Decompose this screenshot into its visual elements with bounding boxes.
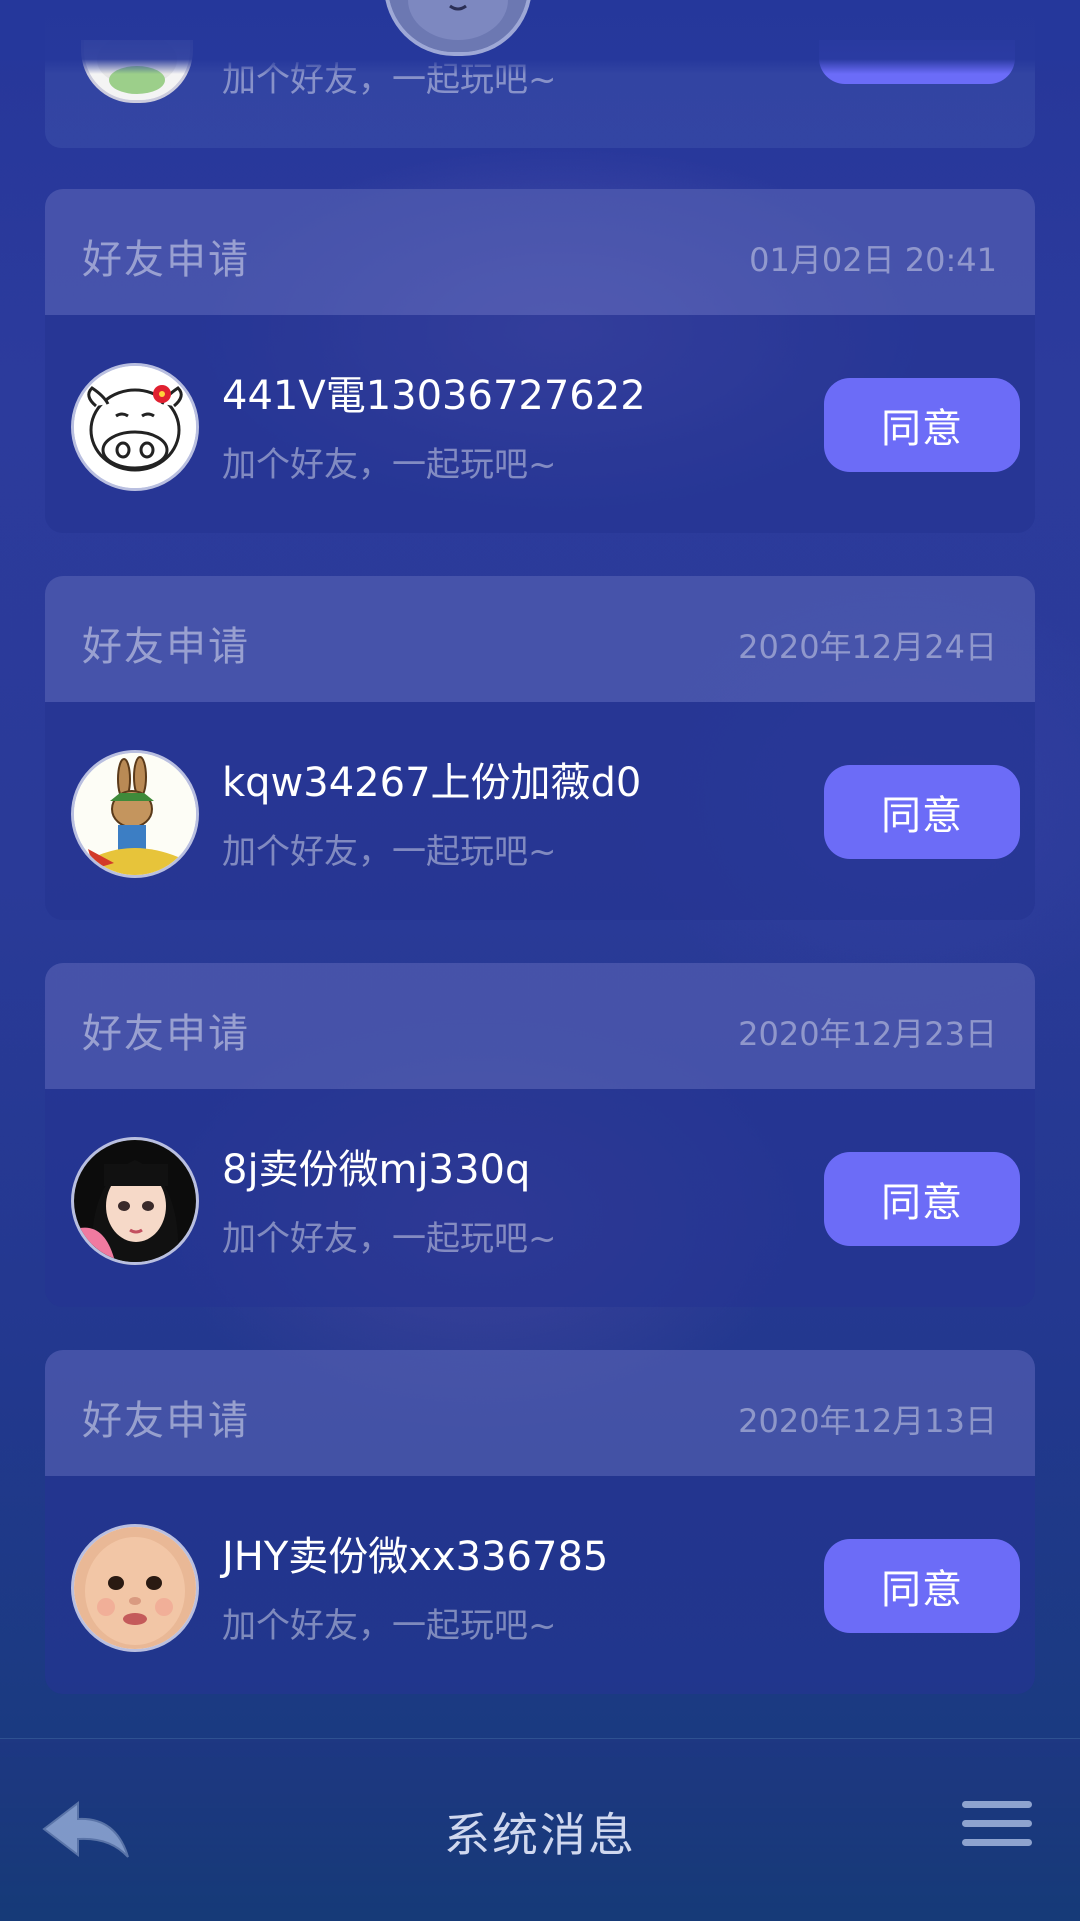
requester-name: JHY卖份微xx336785 [222,1534,609,1580]
baby-avatar[interactable] [71,1524,199,1652]
bottom-bar: 系统消息 [0,1738,1080,1921]
request-message: 加个好友，一起玩吧~ [222,832,557,872]
top-fade [0,0,1080,74]
menu-icon[interactable] [962,1801,1032,1857]
card-header: 好友申请 2020年12月23日 [45,963,1035,1089]
rabbit-avatar[interactable] [71,750,199,878]
request-message: 加个好友，一起玩吧~ [222,1219,557,1259]
requester-name: 8j卖份微mj330q [222,1147,531,1193]
agree-button[interactable]: 同意 [824,1152,1020,1246]
girl-avatar[interactable] [71,1137,199,1265]
card-body: JHY卖份微xx336785 加个好友，一起玩吧~ 同意 [45,1476,1035,1694]
agree-button[interactable]: 同意 [824,378,1020,472]
requester-name: kqw34267上份加薇d0 [222,760,642,806]
cow-avatar[interactable] [71,363,199,491]
requester-name: 441V電13036727622 [222,373,646,419]
request-type: 好友申请 [82,1398,250,1444]
friend-request-card: 好友申请 2020年12月13日 JHY卖份微xx336785 加个好友，一起玩… [45,1350,1035,1694]
page-title: 系统消息 [444,1808,636,1862]
card-header: 好友申请 2020年12月13日 [45,1350,1035,1476]
card-header: 好友申请 2020年12月24日 [45,576,1035,702]
card-body: 441V電13036727622 加个好友，一起玩吧~ 同意 [45,315,1035,533]
card-body: 8j卖份微mj330q 加个好友，一起玩吧~ 同意 [45,1089,1035,1307]
request-type: 好友申请 [82,624,250,670]
agree-button[interactable]: 同意 [824,765,1020,859]
request-time: 2020年12月13日 [738,1402,997,1440]
request-time: 2020年12月24日 [738,628,997,666]
request-time: 01月02日 20:41 [749,241,997,279]
friend-request-card: 好友申请 2020年12月23日 8j卖份微mj330q 加个好友，一起玩吧~ … [45,963,1035,1307]
agree-button[interactable]: 同意 [824,1539,1020,1633]
request-message: 加个好友，一起玩吧~ [222,445,557,485]
friend-request-card: 好友申请 01月02日 20:41 441V電13036727622 加个好友，… [45,189,1035,533]
friend-request-card: 好友申请 2020年12月24日 kqw34267上份加薇d0 加个好友，一起玩… [45,576,1035,920]
request-type: 好友申请 [82,1011,250,1057]
card-header: 好友申请 01月02日 20:41 [45,189,1035,315]
request-message: 加个好友，一起玩吧~ [222,1606,557,1646]
card-body: kqw34267上份加薇d0 加个好友，一起玩吧~ 同意 [45,702,1035,920]
request-time: 2020年12月23日 [738,1015,997,1053]
request-type: 好友申请 [82,237,250,283]
